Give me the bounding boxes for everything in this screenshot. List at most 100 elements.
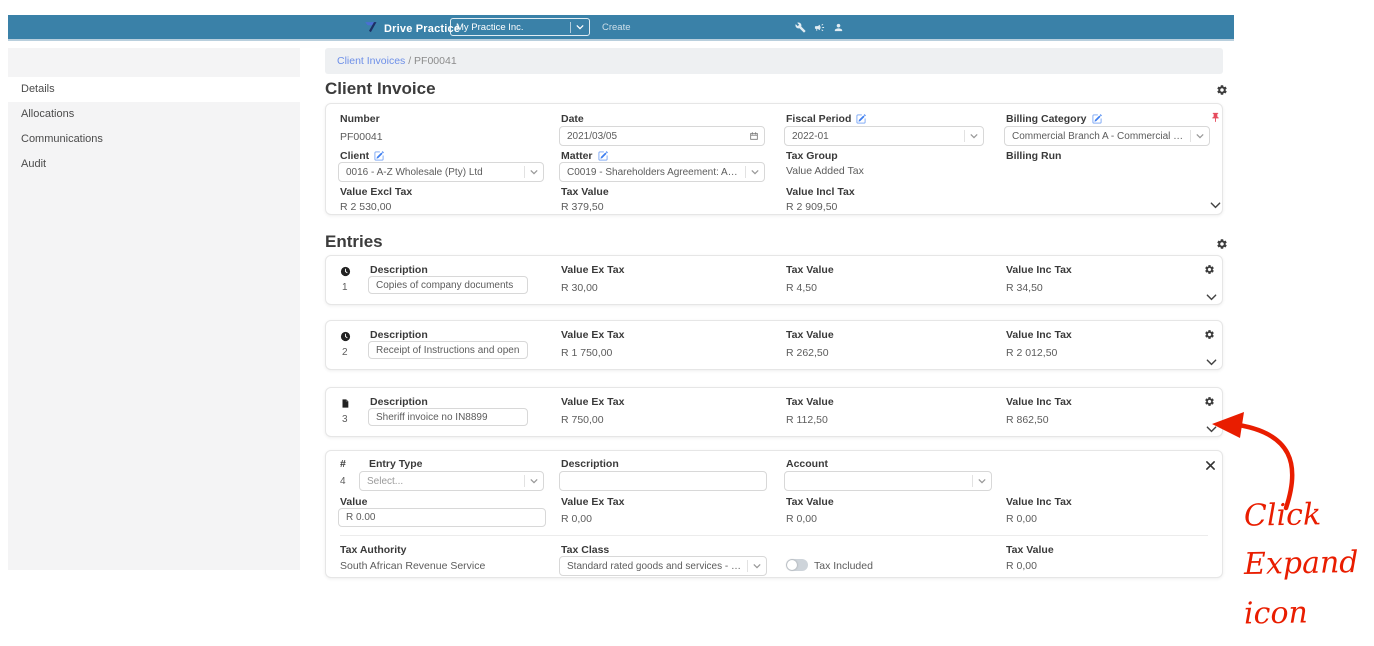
fiscal-period-label-text: Fiscal Period xyxy=(786,113,852,125)
pin-icon[interactable] xyxy=(1210,110,1221,128)
chevron-down-icon xyxy=(751,169,759,175)
select-divider xyxy=(570,21,571,33)
tax-included-toggle[interactable] xyxy=(786,559,808,571)
chevron-down-icon xyxy=(530,169,538,175)
entry-description-input[interactable] xyxy=(368,408,528,426)
breadcrumb-link-client-invoices[interactable]: Client Invoices xyxy=(337,55,405,67)
edit-icon[interactable] xyxy=(374,151,384,161)
value-incl-tax-value: R 2 909,50 xyxy=(786,201,838,213)
clock-icon xyxy=(340,264,351,282)
tax-value-value: R 112,50 xyxy=(786,414,828,426)
entry-expand-icon[interactable] xyxy=(1206,290,1217,308)
date-field[interactable] xyxy=(559,126,765,146)
calendar-icon xyxy=(750,132,758,140)
edit-icon[interactable] xyxy=(1092,114,1102,124)
entry-card-1: 1 Description Value Ex Tax R 30,00 Tax V… xyxy=(325,255,1223,305)
description-column-label: Description xyxy=(370,396,428,408)
fiscal-period-select[interactable]: 2022-01 xyxy=(784,126,984,146)
breadcrumb-separator: / xyxy=(405,55,415,67)
entry-card-2: 2 Description Value Ex Tax R 1 750,00 Ta… xyxy=(325,320,1223,370)
entry-expand-icon[interactable] xyxy=(1206,355,1217,373)
toggle-knob xyxy=(787,560,797,570)
select-divider xyxy=(745,166,746,178)
tax-class-select[interactable]: Standard rated goods and services - Stan… xyxy=(559,556,767,576)
brand-name: Drive Practice xyxy=(384,23,461,35)
entry-type-label: Entry Type xyxy=(369,458,423,470)
billing-run-label: Billing Run xyxy=(1006,150,1062,162)
entry-settings-gear-icon[interactable] xyxy=(1204,262,1215,280)
value-ex-tax-column-label: Value Ex Tax xyxy=(561,264,625,276)
value-inc-tax-value: R 0,00 xyxy=(1006,513,1037,525)
fiscal-period-label: Fiscal Period xyxy=(786,113,867,125)
annotation-line-2: Expand xyxy=(1243,545,1359,582)
select-divider xyxy=(524,475,525,487)
tax-value-value: R 262,50 xyxy=(786,347,829,359)
select-divider xyxy=(524,166,525,178)
matter-value: C0019 - Shareholders Agreement: A-Z Whol… xyxy=(567,166,740,178)
edit-icon[interactable] xyxy=(856,114,867,124)
entries-title: Entries xyxy=(325,232,383,251)
billing-category-label: Billing Category xyxy=(1006,113,1102,125)
billing-category-select[interactable]: Commercial Branch A - Commercial Branch … xyxy=(1004,126,1210,146)
value-ex-tax-value: R 1 750,00 xyxy=(561,347,613,359)
sidebar-item-details[interactable]: Details xyxy=(8,77,300,102)
entries-settings-gear-icon[interactable] xyxy=(1216,237,1228,255)
value-inc-tax-value: R 2 012,50 xyxy=(1006,347,1058,359)
value-incl-tax-label: Value Incl Tax xyxy=(786,186,855,198)
create-menu[interactable]: Create xyxy=(602,22,631,33)
sidebar-item-allocations[interactable]: Allocations xyxy=(8,102,300,127)
description-label: Description xyxy=(561,458,619,470)
entry-description-input[interactable] xyxy=(368,341,528,359)
client-select[interactable]: 0016 - A-Z Wholesale (Pty) Ltd xyxy=(338,162,544,182)
entry-card-3: 3 Description Value Ex Tax R 750,00 Tax … xyxy=(325,387,1223,437)
matter-label-text: Matter xyxy=(561,150,593,162)
invoice-expand-icon[interactable] xyxy=(1210,198,1221,216)
entry-type-select[interactable]: Select... xyxy=(359,471,544,491)
megaphone-icon[interactable] xyxy=(814,22,825,33)
left-sidebar: Details Allocations Communications Audit xyxy=(8,48,300,570)
tax-class-label: Tax Class xyxy=(561,544,610,556)
value-ex-tax-value: R 750,00 xyxy=(561,414,604,426)
value-inc-tax-column-label: Value Inc Tax xyxy=(1006,329,1072,341)
chevron-down-icon xyxy=(576,24,584,30)
select-divider xyxy=(964,130,965,142)
number-value: PF00041 xyxy=(340,131,383,143)
document-icon xyxy=(340,396,350,414)
chevron-down-icon xyxy=(1196,133,1204,139)
client-label: Client xyxy=(340,150,384,162)
date-label: Date xyxy=(561,113,584,125)
date-input[interactable] xyxy=(567,130,749,142)
invoice-settings-gear-icon[interactable] xyxy=(1216,83,1228,101)
tax-authority-label: Tax Authority xyxy=(340,544,407,556)
section-divider xyxy=(340,535,1208,536)
matter-select[interactable]: C0019 - Shareholders Agreement: A-Z Whol… xyxy=(559,162,765,182)
tools-icon[interactable] xyxy=(795,22,806,33)
entry-description-input[interactable] xyxy=(368,276,528,294)
sidebar-item-audit[interactable]: Audit xyxy=(8,152,300,177)
tax-value-label: Tax Value xyxy=(786,496,834,508)
annotation-line-1: Click xyxy=(1243,497,1322,534)
tax-group-value: Value Added Tax xyxy=(786,165,864,177)
tax-value-label: Tax Value xyxy=(561,186,609,198)
entry-number: 1 xyxy=(342,282,348,293)
new-entry-description-input[interactable] xyxy=(559,471,767,491)
value-label: Value xyxy=(340,496,368,508)
drive-practice-brand[interactable]: Drive Practice xyxy=(364,19,460,39)
entry-settings-gear-icon[interactable] xyxy=(1204,327,1215,345)
chevron-down-icon xyxy=(970,133,978,139)
number-label: Number xyxy=(340,113,380,125)
value-input[interactable] xyxy=(338,508,546,527)
sidebar-item-communications[interactable]: Communications xyxy=(8,127,300,152)
entry-number: 2 xyxy=(342,347,348,358)
value-ex-tax-value: R 30,00 xyxy=(561,282,598,294)
account-select[interactable] xyxy=(784,471,992,491)
practice-selector[interactable]: My Practice Inc. xyxy=(450,18,590,36)
annotation-line-3: icon xyxy=(1243,595,1309,632)
value-ex-tax-column-label: Value Ex Tax xyxy=(561,396,625,408)
top-navigation-bar: Drive Practice My Practice Inc. Create xyxy=(8,15,1234,41)
tax-value2-label: Tax Value xyxy=(1006,544,1054,556)
account-label: Account xyxy=(786,458,828,470)
edit-icon[interactable] xyxy=(598,151,608,161)
chevron-down-icon xyxy=(978,478,986,484)
user-icon[interactable] xyxy=(833,22,844,33)
